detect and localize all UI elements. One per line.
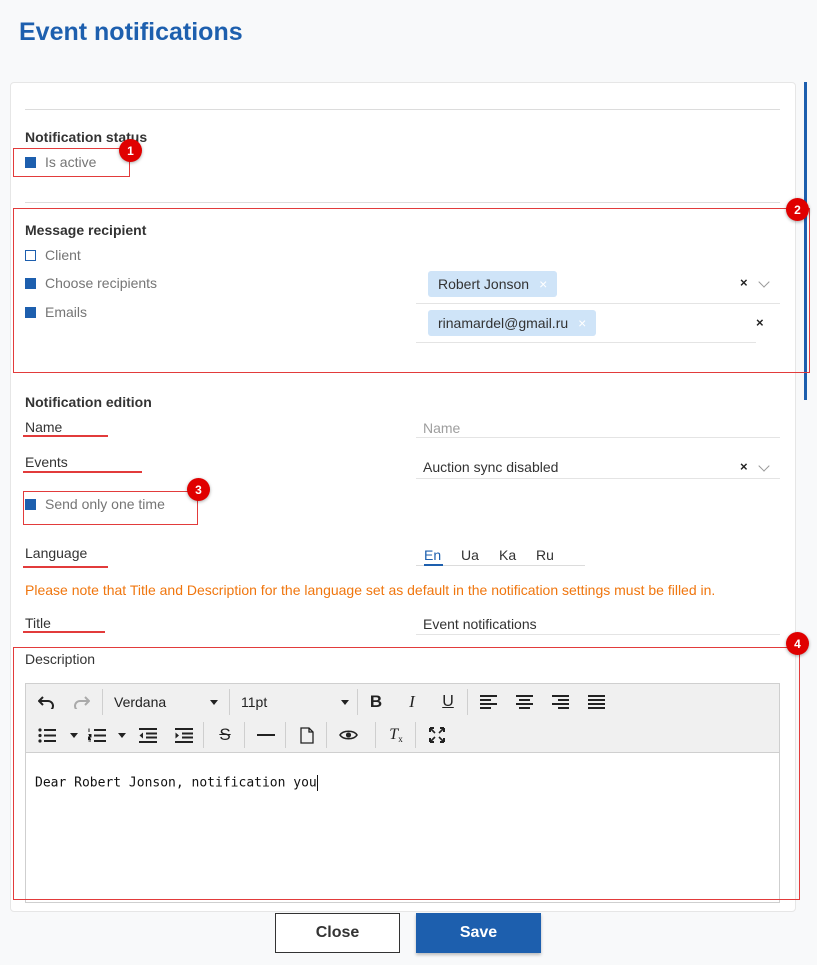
title-label: Title [25,615,51,631]
annotation-badge-4: 4 [786,632,809,655]
language-label: Language [25,545,88,561]
tab-ru[interactable]: Ru [536,547,554,563]
status-divider [25,202,780,203]
save-button[interactable]: Save [416,913,541,953]
annotation-badge-2: 2 [786,198,809,221]
events-select[interactable]: Auction sync disabled [423,459,558,475]
events-label-underline [23,471,142,473]
title-input[interactable]: Event notifications [423,616,537,632]
events-label: Events [25,454,68,470]
name-label: Name [25,419,63,435]
annotation-box-3 [23,491,198,525]
annotation-badge-3: 3 [187,478,210,501]
annotation-box-2 [13,208,810,373]
title-input-underline [416,634,780,635]
tab-en[interactable]: En [424,547,441,563]
name-input[interactable]: Name [423,420,460,436]
top-divider [25,109,780,110]
title-label-underline [23,631,105,633]
events-select-underline [416,478,780,479]
close-button[interactable]: Close [275,913,400,953]
annotation-box-4 [13,647,800,900]
tab-ka[interactable]: Ka [499,547,516,563]
annotation-badge-1: 1 [119,139,142,162]
clear-events-icon[interactable]: × [740,459,748,474]
page-title: Event notifications [19,18,243,46]
tab-ua[interactable]: Ua [461,547,479,563]
language-label-underline [23,566,108,568]
notification-edition-title: Notification edition [25,394,152,410]
annotation-box-1 [13,148,130,177]
active-tab-indicator [424,564,443,566]
name-label-underline [23,435,108,437]
default-language-warning: Please note that Title and Description f… [25,582,716,598]
name-input-underline [416,437,780,438]
language-tabs: En Ua Ka Ru [416,545,585,566]
